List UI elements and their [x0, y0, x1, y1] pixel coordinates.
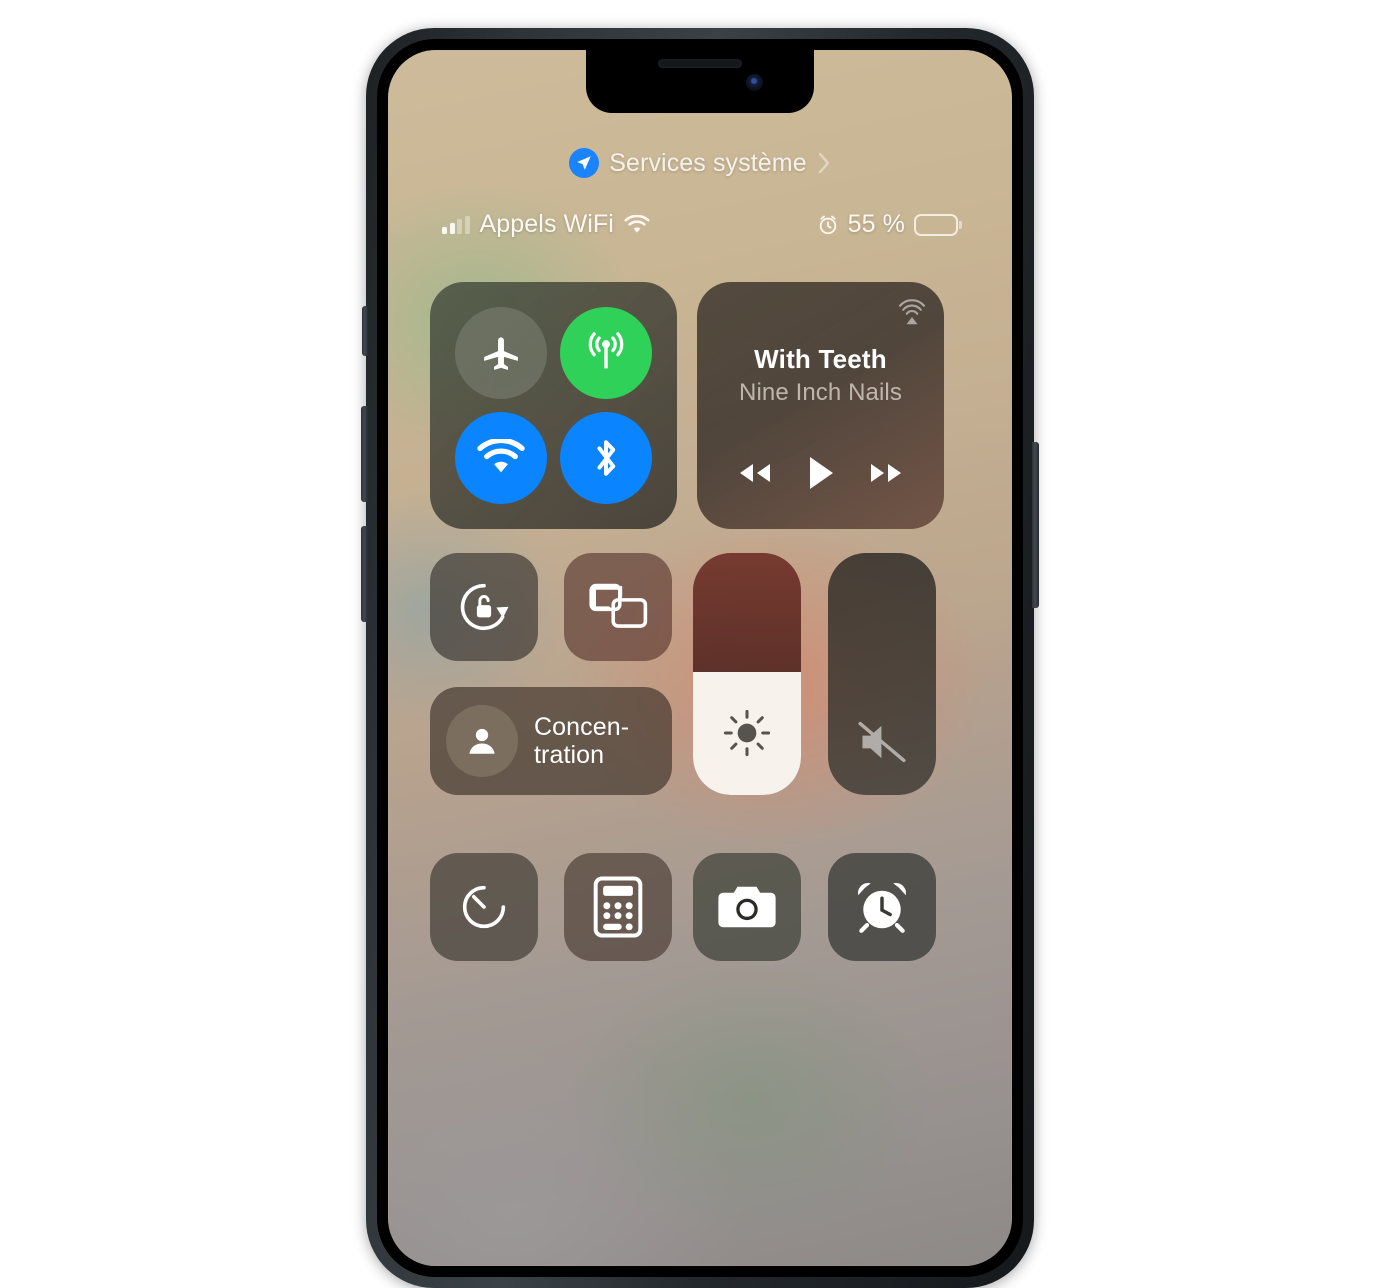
bluetooth-icon [597, 440, 616, 476]
power-button[interactable] [1032, 442, 1039, 608]
battery-percent-label: 55 % [847, 210, 905, 238]
bluetooth-toggle[interactable] [560, 412, 653, 505]
cellular-data-toggle[interactable] [560, 306, 653, 399]
airplay-audio-icon[interactable] [897, 298, 927, 328]
chevron-right-icon [817, 151, 831, 175]
location-arrow-icon [569, 148, 600, 178]
volume-icon-wrapper [828, 719, 936, 765]
rewind-button[interactable] [733, 459, 777, 487]
alarm-tile[interactable] [828, 853, 936, 961]
front-camera [746, 74, 763, 91]
system-services-label: Services système [609, 148, 807, 177]
alarm-clock-icon [817, 214, 839, 236]
ringer-switch[interactable] [362, 306, 368, 356]
wifi-icon [477, 439, 525, 473]
volume-up-button[interactable] [361, 406, 368, 502]
person-icon [446, 705, 518, 777]
connectivity-module[interactable] [430, 282, 677, 529]
fast-forward-icon [870, 464, 901, 482]
brightness-slider[interactable] [693, 553, 801, 795]
play-button[interactable] [805, 455, 835, 491]
phone-screen: Services système Appels WiFi 55 % With T… [388, 50, 1012, 1266]
rotation-lock-icon [460, 583, 509, 631]
focus-tile[interactable]: Concen- tration [430, 687, 672, 795]
focus-label: Concen- tration [534, 712, 630, 769]
battery-icon [914, 213, 958, 236]
control-center: Services système Appels WiFi 55 % With T… [388, 50, 1012, 1266]
media-artist: Nine Inch Nails [739, 379, 902, 406]
wifi-icon [624, 214, 650, 235]
cellular-antenna-icon [588, 331, 624, 369]
system-services-banner[interactable]: Services système [388, 148, 1012, 178]
wifi-toggle[interactable] [454, 412, 547, 505]
calculator-tile[interactable] [564, 853, 672, 961]
status-bar-right: 55 % [817, 210, 958, 239]
volume-muted-icon [858, 721, 906, 763]
brightness-sun-icon [723, 710, 771, 757]
media-title: With Teeth [754, 344, 887, 374]
media-transport-controls [697, 455, 944, 491]
airplane-icon [483, 337, 518, 370]
status-bar-left: Appels WiFi [442, 210, 650, 239]
fast-forward-button[interactable] [864, 459, 908, 487]
status-bar: Appels WiFi 55 % [442, 210, 958, 239]
timer-icon [462, 885, 506, 929]
rewind-icon [740, 464, 771, 482]
media-metadata: With Teeth Nine Inch Nails [697, 344, 944, 407]
alarm-clock-icon [858, 882, 906, 933]
rotation-lock-tile[interactable] [430, 553, 538, 661]
volume-slider[interactable] [828, 553, 936, 795]
screen-mirroring-tile[interactable] [564, 553, 672, 661]
display-notch [586, 50, 814, 113]
cellular-signal-icon [442, 215, 470, 234]
airplane-mode-toggle[interactable] [454, 306, 547, 399]
carrier-label: Appels WiFi [479, 210, 614, 238]
calculator-icon [593, 876, 643, 938]
camera-tile[interactable] [693, 853, 801, 961]
screen-mirroring-icon [589, 583, 648, 628]
timer-tile[interactable] [430, 853, 538, 961]
volume-down-button[interactable] [361, 526, 368, 622]
iphone-device-frame: Services système Appels WiFi 55 % With T… [361, 28, 1039, 1288]
camera-icon [718, 886, 776, 928]
media-module[interactable]: With Teeth Nine Inch Nails [697, 282, 944, 529]
play-icon [810, 457, 834, 489]
brightness-fill [693, 671, 801, 795]
earpiece-speaker [658, 59, 742, 68]
